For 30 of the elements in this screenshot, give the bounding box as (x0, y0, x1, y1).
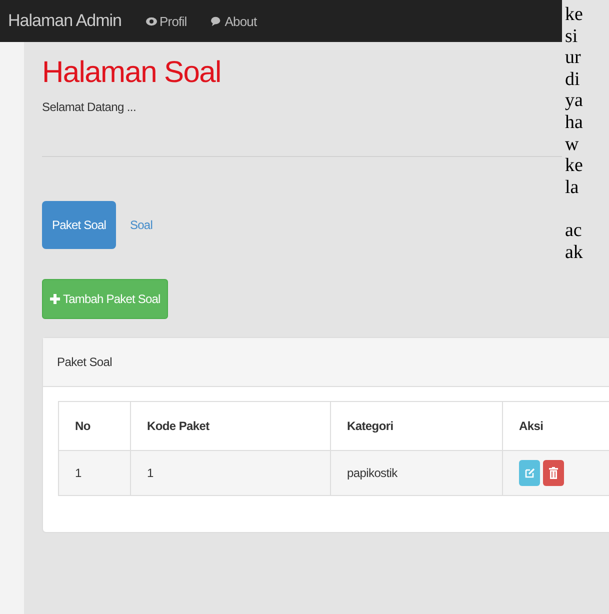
tab[interactable]: Paket Soal (42, 201, 116, 249)
overlay-text: di (565, 68, 580, 90)
table-cell: 1 (130, 450, 330, 496)
overlay-text: si (565, 26, 578, 48)
overlay-text: ak (565, 242, 583, 264)
plus-icon (50, 294, 60, 304)
delete-button[interactable] (543, 460, 564, 486)
edit-button[interactable] (519, 460, 540, 486)
trash-icon (549, 467, 558, 479)
column-header: No (58, 402, 130, 450)
edit-icon (524, 468, 534, 478)
nav-link[interactable]: About (210, 14, 257, 28)
overlay-text: ke (565, 155, 583, 177)
overlay-text: w (565, 134, 579, 156)
page-title: Halaman Soal (42, 56, 221, 90)
panel-heading: Paket Soal (43, 338, 609, 387)
overlay-text: ha (565, 112, 583, 134)
eye-icon (146, 16, 157, 26)
table-cell: papikostik (330, 450, 502, 496)
overlay-text: la (565, 176, 579, 198)
chat-icon (210, 16, 222, 26)
overlay-text: ke (565, 4, 583, 26)
overlay-text: ya (565, 90, 583, 112)
nav-link[interactable]: Profil (146, 14, 187, 28)
table-cell: 1 (58, 450, 130, 496)
overlay-text: ur (565, 47, 581, 69)
column-header: Kode Paket (130, 402, 330, 450)
overlay-text: ac (565, 220, 582, 242)
navbar-brand[interactable]: Halaman Admin (8, 11, 122, 31)
welcome-text: Selamat Datang ... (42, 100, 136, 114)
